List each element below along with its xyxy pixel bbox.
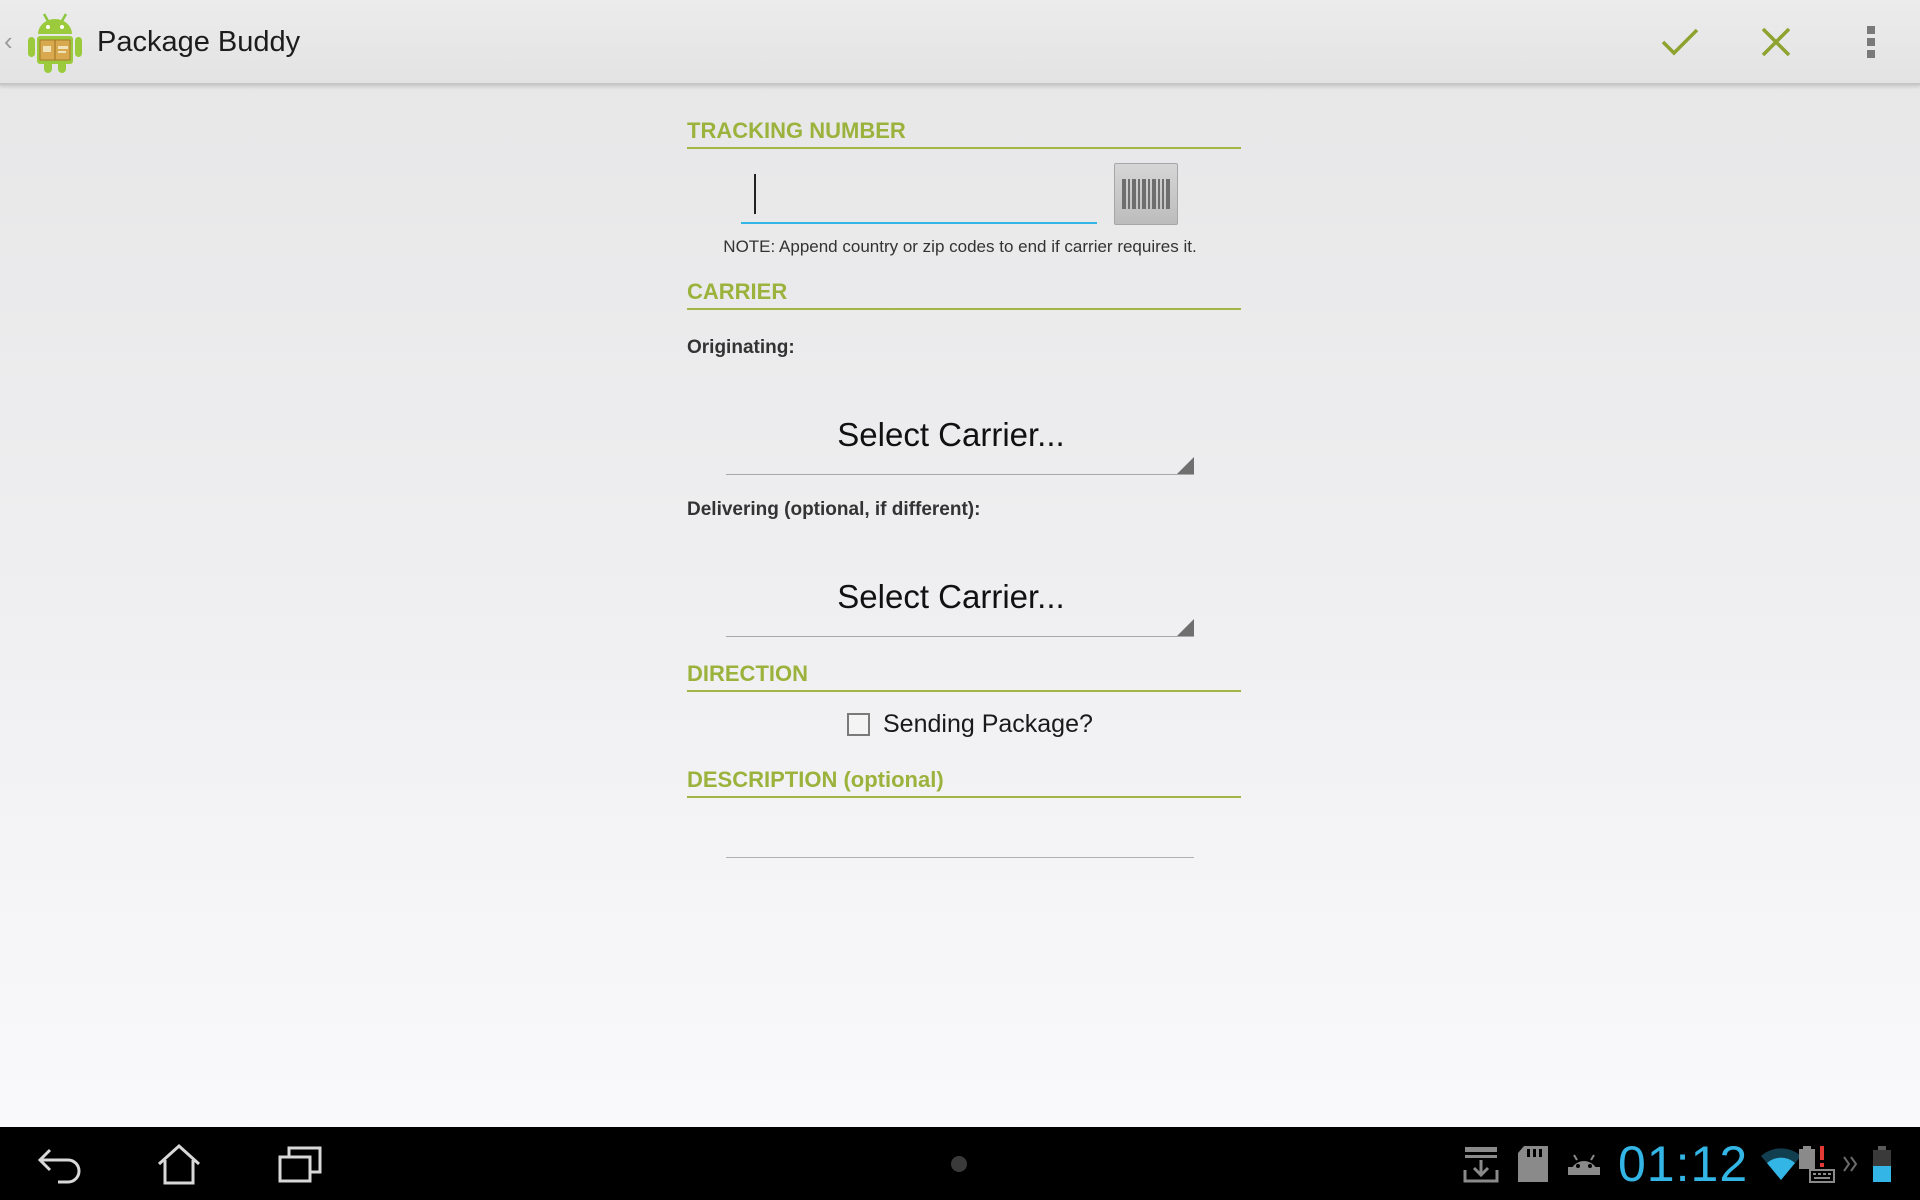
tracking-number-input[interactable] (741, 164, 1097, 224)
description-input[interactable] (726, 808, 1194, 858)
home-button[interactable] (134, 1127, 224, 1200)
expand-icon[interactable] (1842, 1127, 1858, 1200)
home-icon (157, 1143, 201, 1184)
scan-barcode-button[interactable] (1114, 163, 1178, 225)
system-navigation-bar: 01:12 (0, 1127, 1920, 1200)
description-header: DESCRIPTION (optional) (687, 766, 1241, 798)
sd-card-icon (1516, 1127, 1550, 1200)
overflow-menu-button[interactable] (1826, 0, 1916, 83)
app-title: Package Buddy (97, 26, 301, 58)
checkmark-icon (1661, 28, 1699, 55)
tracking-note: NOTE: Append country or zip codes to end… (723, 237, 1197, 256)
android-debug-icon (1566, 1127, 1602, 1200)
originating-carrier-select[interactable]: Select Carrier... (726, 396, 1194, 475)
close-icon (1761, 27, 1791, 56)
accept-button[interactable] (1635, 0, 1725, 83)
back-icon (37, 1148, 81, 1183)
center-indicator (951, 1156, 967, 1172)
recent-apps-icon (278, 1146, 322, 1182)
barcode-icon (1122, 179, 1170, 209)
dropdown-corner-icon (1177, 457, 1194, 474)
tracking-number-header: TRACKING NUMBER (687, 117, 1241, 149)
back-button[interactable] (15, 1127, 105, 1200)
cancel-button[interactable] (1731, 0, 1821, 83)
delivering-carrier-value: Select Carrier... (837, 578, 1065, 615)
originating-carrier-value: Select Carrier... (837, 416, 1065, 453)
up-caret-icon[interactable]: ‹ (4, 26, 13, 56)
dropdown-corner-icon (1177, 619, 1194, 636)
sending-package-checkbox-row[interactable]: Sending Package? (847, 709, 1093, 739)
direction-header: DIRECTION (687, 660, 1241, 692)
delivering-carrier-select[interactable]: Select Carrier... (726, 558, 1194, 637)
text-cursor (754, 174, 756, 214)
originating-label: Originating: (687, 337, 795, 358)
status-clock[interactable]: 01:12 (1618, 1135, 1748, 1193)
keyboard-alert-icon (1796, 1127, 1836, 1200)
sending-package-label: Sending Package? (883, 709, 1093, 738)
carrier-header: CARRIER (687, 278, 1241, 310)
delivering-label: Delivering (optional, if different): (687, 499, 981, 520)
add-package-form: TRACKING NUMBER NOTE: Append country or … (687, 0, 1241, 1127)
download-icon[interactable] (1462, 1127, 1500, 1200)
overflow-menu-icon (1867, 25, 1875, 58)
sending-package-checkbox[interactable] (847, 712, 870, 736)
app-logo-icon[interactable] (26, 10, 84, 74)
recent-apps-button[interactable] (255, 1127, 345, 1200)
battery-icon (1870, 1127, 1894, 1200)
